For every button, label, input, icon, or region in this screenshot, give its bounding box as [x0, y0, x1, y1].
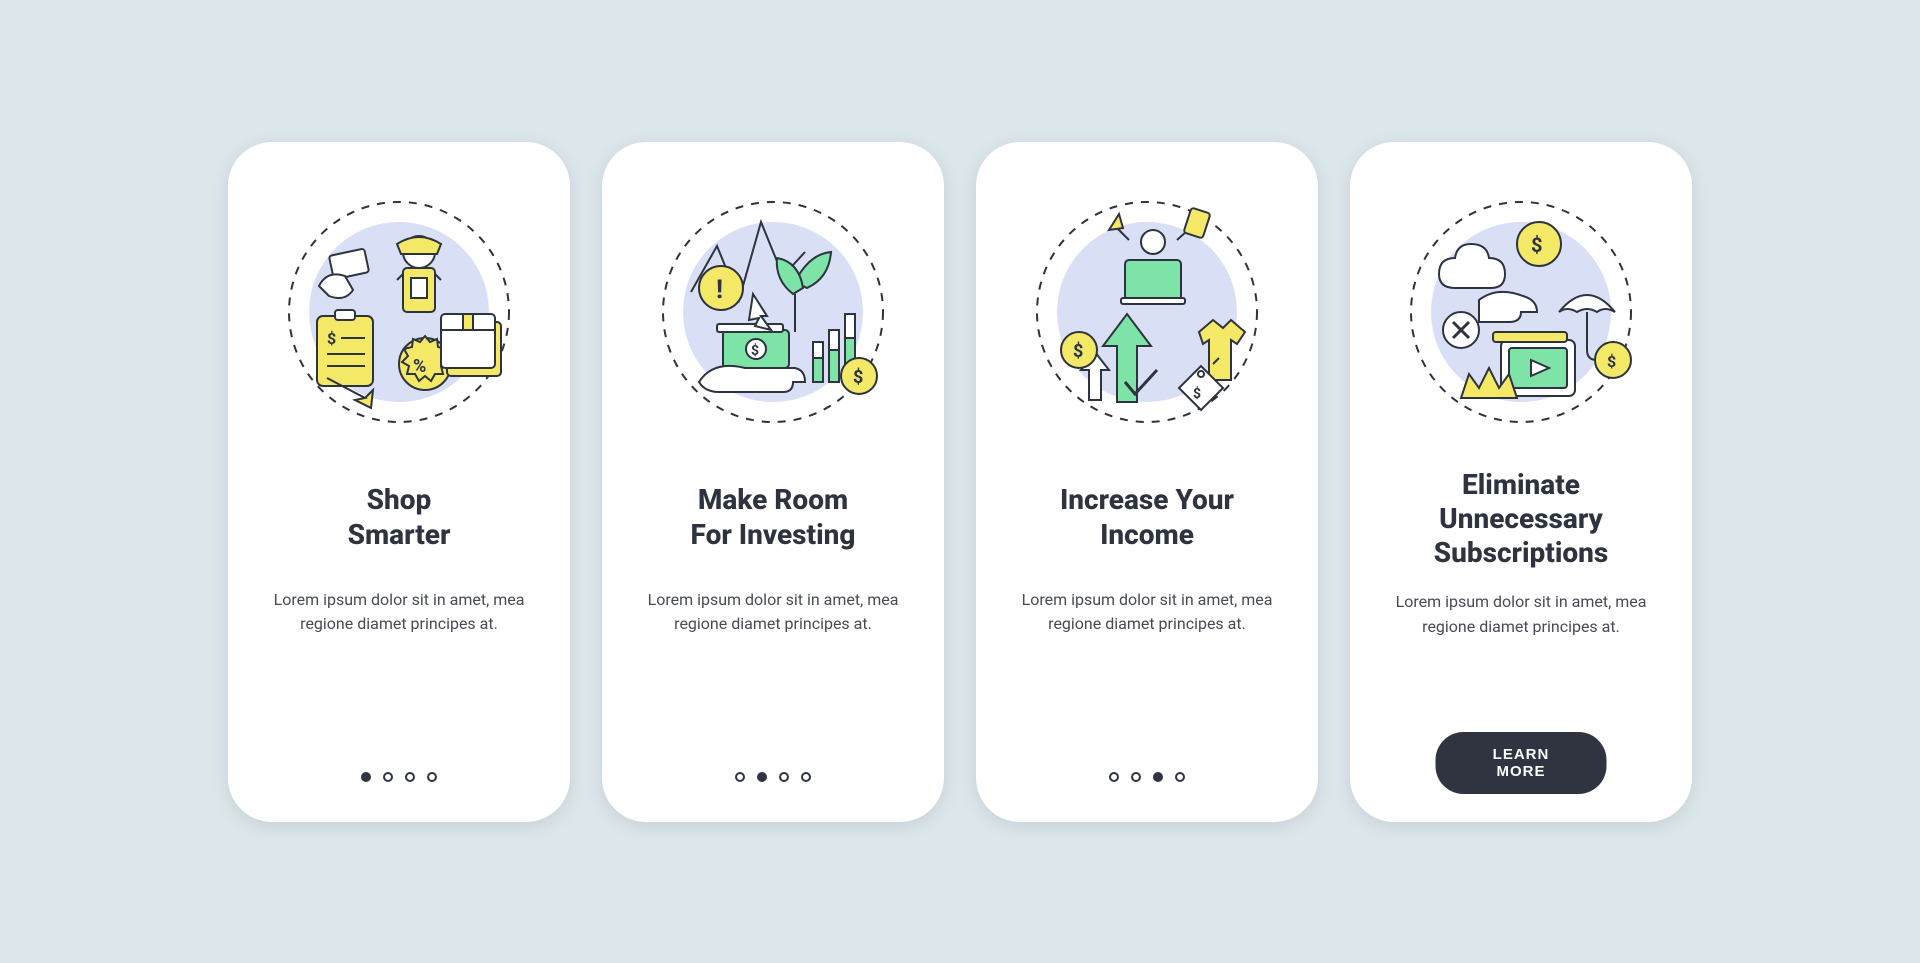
card-title: Shop Smarter [348, 468, 451, 568]
card-description: Lorem ipsum dolor sit in amet, mea regio… [1007, 588, 1287, 638]
dot-3[interactable] [405, 772, 415, 782]
dot-3[interactable] [1153, 772, 1163, 782]
svg-text:!: ! [716, 275, 723, 305]
svg-text:$: $ [751, 342, 759, 359]
dot-1[interactable] [361, 772, 371, 782]
svg-text:$: $ [327, 329, 336, 348]
onboarding-card-3: $ $ Increase Your Income Lorem ipsum dol… [976, 142, 1318, 822]
dot-3[interactable] [779, 772, 789, 782]
pagination-dots [1109, 772, 1185, 782]
card-description: Lorem ipsum dolor sit in amet, mea regio… [259, 588, 539, 638]
increase-income-illustration: $ $ [1017, 182, 1277, 442]
svg-text:$: $ [1607, 352, 1616, 371]
dot-2[interactable] [757, 772, 767, 782]
dot-1[interactable] [735, 772, 745, 782]
dot-4[interactable] [1175, 772, 1185, 782]
card-description: Lorem ipsum dolor sit in amet, mea regio… [633, 588, 913, 638]
pagination-dots [361, 772, 437, 782]
eliminate-subscriptions-illustration: $ $ [1391, 182, 1651, 442]
dot-2[interactable] [1131, 772, 1141, 782]
card-title: Increase Your Income [1060, 468, 1234, 568]
onboarding-card-1: $ % Shop Smarter Lorem ipsum dolor sit i… [228, 142, 570, 822]
svg-text:%: % [413, 356, 426, 377]
svg-text:$: $ [853, 367, 863, 388]
card-description: Lorem ipsum dolor sit in amet, mea regio… [1381, 590, 1661, 640]
onboarding-card-2: ! $ $ Make Room For Investing Lorem [602, 142, 944, 822]
card-title: Make Room For Investing [691, 468, 856, 568]
shop-smarter-illustration: $ % [269, 182, 529, 442]
card-title: Eliminate Unnecessary Subscriptions [1434, 468, 1609, 570]
svg-text:$: $ [1193, 385, 1201, 402]
pagination-dots [735, 772, 811, 782]
dot-1[interactable] [1109, 772, 1119, 782]
learn-more-button[interactable]: LEARN MORE [1436, 732, 1607, 794]
svg-text:$: $ [1531, 233, 1542, 257]
dot-2[interactable] [383, 772, 393, 782]
onboarding-card-4: $ $ Eliminate Unnecessary Subscriptions … [1350, 142, 1692, 822]
dot-4[interactable] [801, 772, 811, 782]
dot-4[interactable] [427, 772, 437, 782]
investing-illustration: ! $ $ [643, 182, 903, 442]
svg-text:$: $ [1073, 341, 1083, 362]
